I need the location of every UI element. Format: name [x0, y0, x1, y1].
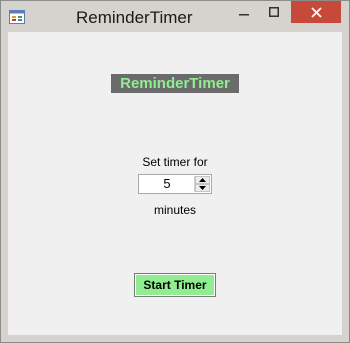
minimize-button[interactable]	[229, 1, 259, 23]
spin-down-icon	[199, 186, 206, 190]
close-icon	[310, 6, 322, 18]
form-client-area: ReminderTimer Set timer for 5 minutes St…	[8, 32, 342, 335]
set-timer-label: Set timer for	[142, 155, 208, 169]
app-window: ReminderTimer ReminderTimer Set timer fo…	[0, 0, 350, 343]
timer-minutes-stepper[interactable]: 5	[138, 174, 212, 194]
spin-buttons	[194, 176, 210, 192]
spin-down-button[interactable]	[195, 184, 210, 192]
minutes-label: minutes	[153, 203, 197, 217]
spin-up-icon	[199, 178, 206, 182]
app-heading-label: ReminderTimer	[111, 74, 239, 93]
maximize-icon	[269, 7, 279, 17]
maximize-button[interactable]	[259, 1, 289, 23]
start-timer-button[interactable]: Start Timer	[134, 273, 216, 297]
spin-up-button[interactable]	[195, 176, 210, 184]
window-title: ReminderTimer	[76, 8, 193, 27]
close-button[interactable]	[291, 1, 341, 23]
app-icon[interactable]	[9, 10, 25, 24]
title-bar[interactable]: ReminderTimer	[1, 1, 349, 32]
minimize-icon	[239, 14, 249, 16]
timer-minutes-value[interactable]: 5	[139, 175, 195, 193]
